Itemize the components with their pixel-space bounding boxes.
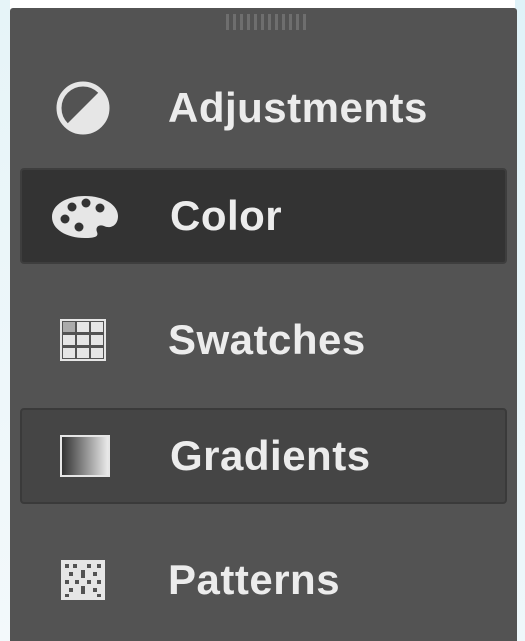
panel-item-label: Patterns (168, 556, 341, 603)
patterns-icon (48, 550, 118, 610)
drag-handle-grip[interactable] (223, 14, 309, 30)
panel-item-label: Adjustments (168, 84, 428, 131)
panel-item-adjustments[interactable]: Adjustments (20, 60, 507, 156)
gradient-icon (50, 426, 120, 486)
panel-item-label: Swatches (168, 316, 366, 363)
background-edge-left (0, 0, 10, 641)
panel-item-gradients[interactable]: Gradients (20, 408, 507, 504)
panel-item-swatches[interactable]: Swatches (20, 292, 507, 388)
panel-item-patterns[interactable]: Patterns (20, 532, 507, 628)
panel-item-label: Color (170, 192, 283, 239)
panel-item-label: Gradients (170, 432, 371, 479)
adjustments-icon (48, 78, 118, 138)
swatches-grid-icon (48, 310, 118, 370)
panel-list: Adjustments Color Swatches Gradients Pat… (10, 8, 517, 641)
palette-icon (50, 186, 120, 246)
panel-item-color[interactable]: Color (20, 168, 507, 264)
